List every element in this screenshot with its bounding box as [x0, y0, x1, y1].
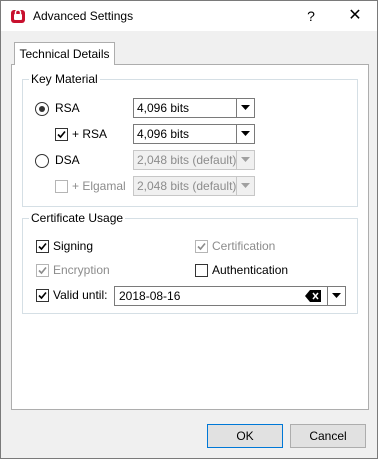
chevron-down-icon[interactable] [327, 287, 345, 305]
dsa-radio[interactable] [35, 154, 49, 168]
chevron-down-icon [236, 125, 254, 143]
rsa-radio[interactable] [35, 102, 49, 116]
valid-until-date-picker[interactable]: 2018-08-16 [114, 286, 346, 306]
help-button[interactable]: ? [297, 4, 325, 28]
encryption-checkbox [36, 264, 49, 277]
tab-panel: Key Material RSA 4,096 bits + RSA 4,096 … [11, 64, 369, 410]
cancel-button[interactable]: Cancel [290, 424, 366, 448]
dsa-bits-select: 2,048 bits (default) [133, 150, 255, 170]
key-material-legend: Key Material [29, 72, 100, 86]
chevron-down-icon [236, 151, 254, 169]
elgamal-label: + Elgamal [72, 179, 126, 193]
key-material-group: Key Material RSA 4,096 bits + RSA 4,096 … [22, 72, 358, 207]
valid-until-label: Valid until: [53, 288, 108, 302]
advanced-settings-dialog: Advanced Settings ? ✕ Technical Details … [0, 0, 378, 459]
dsa-bits-value: 2,048 bits (default) [137, 153, 237, 167]
authentication-label: Authentication [212, 263, 289, 277]
title-bar: Advanced Settings ? ✕ [1, 1, 377, 31]
chevron-down-icon [236, 177, 254, 195]
valid-until-date-value: 2018-08-16 [119, 289, 181, 303]
rsa-sub-checkbox[interactable] [55, 128, 68, 141]
elgamal-bits-value: 2,048 bits (default) [137, 179, 237, 193]
valid-until-checkbox[interactable] [36, 289, 49, 302]
authentication-checkbox[interactable] [195, 264, 208, 277]
rsa-label: RSA [55, 101, 80, 115]
encryption-label: Encryption [53, 263, 110, 277]
window-title: Advanced Settings [33, 9, 134, 23]
certification-checkbox [195, 240, 208, 253]
dsa-label: DSA [55, 153, 80, 167]
rsa-sub-bits-select[interactable]: 4,096 bits [133, 124, 255, 144]
elgamal-checkbox [55, 180, 68, 193]
signing-checkbox[interactable] [36, 240, 49, 253]
tab-technical-details[interactable]: Technical Details [14, 42, 115, 65]
rsa-sub-bits-value: 4,096 bits [137, 127, 190, 141]
certificate-usage-legend: Certificate Usage [29, 211, 126, 225]
chevron-down-icon [236, 99, 254, 117]
app-logo-icon [10, 8, 26, 24]
elgamal-bits-select: 2,048 bits (default) [133, 176, 255, 196]
signing-label: Signing [53, 239, 94, 253]
certification-label: Certification [212, 239, 276, 253]
rsa-sub-label: + RSA [72, 127, 108, 141]
clear-icon[interactable] [305, 290, 321, 302]
ok-button[interactable]: OK [207, 424, 283, 448]
rsa-bits-select[interactable]: 4,096 bits [133, 98, 255, 118]
close-button[interactable]: ✕ [341, 4, 369, 28]
rsa-bits-value: 4,096 bits [137, 101, 190, 115]
